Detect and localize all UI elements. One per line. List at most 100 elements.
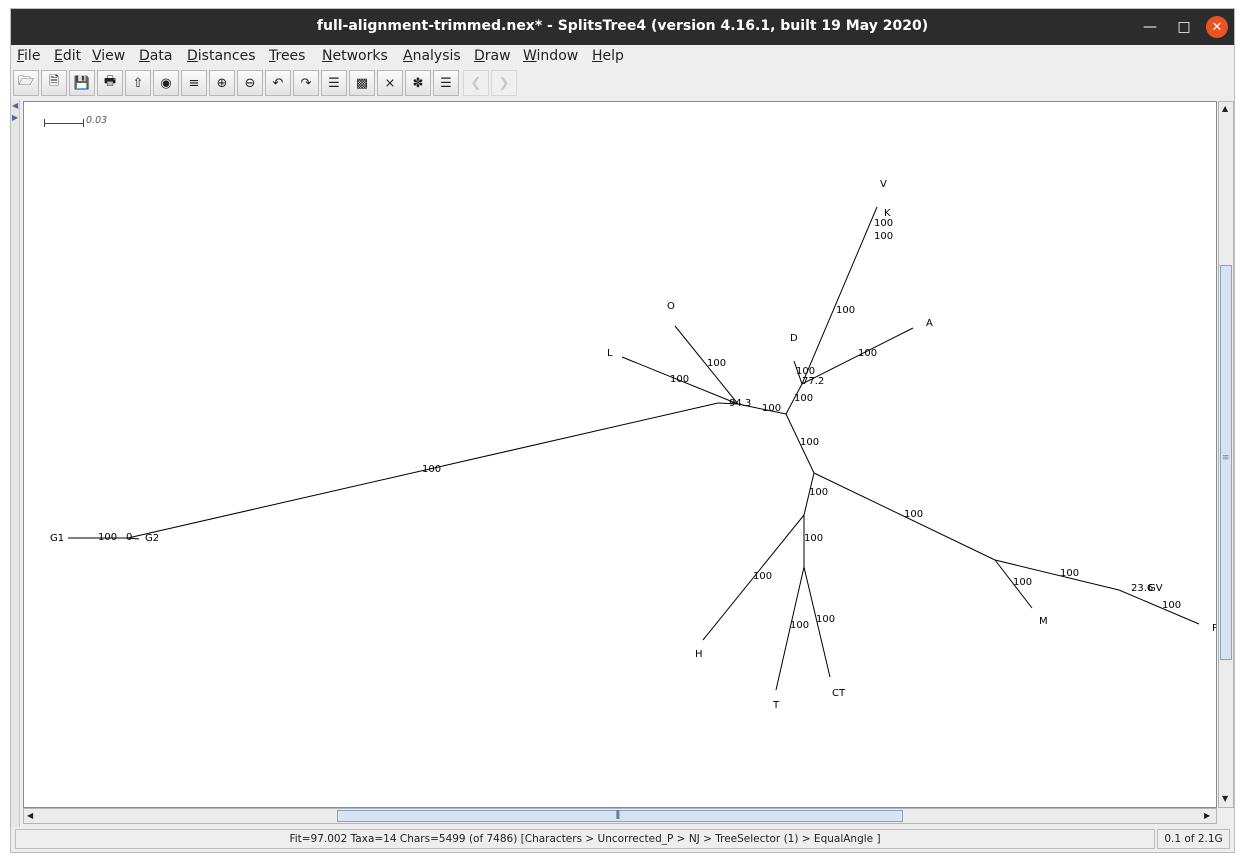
menu-data[interactable]: Data — [139, 48, 172, 64]
zoom-out-button[interactable]: ⊖ — [237, 70, 263, 96]
support-value: 77.2 — [802, 376, 824, 387]
split-button[interactable]: ✽ — [405, 70, 431, 96]
open-icon: 🗁 — [17, 74, 35, 89]
tree-layout-icon: ☰ — [440, 75, 452, 91]
select-button[interactable]: ☰ — [321, 70, 347, 96]
taxon-label[interactable]: G2 — [145, 533, 159, 544]
export-icon: ⇧ — [132, 75, 144, 91]
menu-help[interactable]: Help — [592, 48, 624, 64]
support-value: 100 — [790, 620, 809, 631]
support-value: 100 — [753, 571, 772, 582]
menu-draw[interactable]: Draw — [474, 48, 511, 64]
menu-file[interactable]: File — [17, 48, 40, 64]
scroll-down-icon[interactable]: ▼ — [1222, 794, 1228, 803]
export-button[interactable]: ⇧ — [125, 70, 151, 96]
back-button[interactable]: ❮ — [463, 70, 489, 96]
support-value: 100 — [874, 218, 893, 229]
taxon-label[interactable]: A — [926, 318, 933, 329]
scroll-left-icon[interactable]: ◀ — [27, 811, 33, 820]
menu-edit[interactable]: Edit — [54, 48, 81, 64]
taxon-label[interactable]: K — [884, 208, 891, 219]
support-value: 100 — [1060, 568, 1079, 579]
taxon-label[interactable]: GV — [1148, 583, 1163, 594]
collapse-arrow-icon[interactable]: ◀ — [12, 101, 18, 110]
save-icon: 💾 — [73, 75, 91, 91]
support-value: 100 — [858, 348, 877, 359]
format-icon: ▩ — [355, 75, 369, 91]
support-value: 100 — [794, 393, 813, 404]
grip-icon: ❚ — [614, 810, 622, 820]
support-value: 100 — [904, 509, 923, 520]
format-button[interactable]: ▩ — [349, 70, 375, 96]
maximize-icon: □ — [1177, 19, 1191, 35]
taxon-label[interactable]: V — [880, 179, 887, 190]
split-icon: ✽ — [412, 75, 424, 91]
taxon-label[interactable]: P — [1212, 623, 1217, 634]
taxon-label[interactable]: G1 — [50, 533, 64, 544]
select-icon: ☰ — [328, 75, 340, 91]
print-button[interactable]: 🖶 — [97, 70, 123, 96]
support-value: 100 — [1162, 600, 1181, 611]
open-button[interactable]: 🗁 — [13, 70, 39, 96]
support-value: 100 — [874, 231, 893, 242]
menu-analysis[interactable]: Analysis — [403, 48, 461, 64]
taxon-label[interactable]: CT — [832, 688, 846, 699]
minimize-button[interactable]: — — [1139, 16, 1161, 38]
side-splitter[interactable]: ◀ ▶ — [11, 99, 20, 827]
status-bar: Fit=97.002 Taxa=14 Chars=5499 (of 7486) … — [11, 827, 1234, 852]
zoom-in-icon: ⊕ — [216, 75, 228, 91]
support-labels: 100 100 100 100 100 77.2 100 100 94.3 100 100 100 10… — [98, 218, 1181, 631]
taxon-label[interactable]: L — [607, 348, 613, 359]
expand-arrow-icon[interactable]: ▶ — [12, 113, 18, 122]
find-button[interactable]: ◉ — [153, 70, 179, 96]
taxon-label[interactable]: D — [790, 333, 798, 344]
taxon-label[interactable]: T — [772, 700, 780, 711]
scroll-right-icon[interactable]: ▶ — [1204, 811, 1210, 820]
rotate-icon: ⨯ — [384, 75, 396, 91]
menu-window[interactable]: Window — [523, 48, 578, 64]
redo-icon: ↷ — [300, 75, 312, 91]
support-value: 100 — [422, 464, 441, 475]
find-icon: ◉ — [160, 75, 172, 91]
support-value: 100 — [809, 487, 828, 498]
forward-icon: ❯ — [498, 75, 510, 91]
tree-layout-button[interactable]: ☰ — [433, 70, 459, 96]
undo-button[interactable]: ↶ — [265, 70, 291, 96]
taxon-label[interactable]: M — [1039, 616, 1048, 627]
menu-trees[interactable]: Trees — [269, 48, 305, 64]
support-value: 100 — [707, 358, 726, 369]
title-bar[interactable]: full-alignment-trimmed.nex* - SplitsTree… — [11, 9, 1234, 45]
scroll-up-icon[interactable]: ▲ — [1222, 104, 1228, 113]
support-value: 100 — [670, 374, 689, 385]
support-value: 100 — [836, 305, 855, 316]
menu-bar: File Edit View Data Distances Trees Netw… — [11, 45, 1234, 67]
support-value: 100 — [816, 614, 835, 625]
menu-distances[interactable]: Distances — [187, 48, 256, 64]
support-value: 100 — [1013, 577, 1032, 588]
back-icon: ❮ — [470, 75, 482, 91]
taxon-label[interactable]: H — [695, 649, 703, 660]
split-network[interactable]: 100 100 100 100 100 77.2 100 100 94.3 100 100 100 10… — [24, 102, 1217, 808]
network-edges — [68, 206, 1200, 691]
support-value: 100 — [762, 403, 781, 414]
horizontal-scrollbar[interactable]: ◀ ❚ ▶ — [23, 808, 1217, 824]
taxon-label[interactable]: O — [667, 301, 675, 312]
rotate-button[interactable]: ⨯ — [377, 70, 403, 96]
maximize-button[interactable]: □ — [1173, 16, 1195, 38]
support-value: 100 — [804, 533, 823, 544]
forward-button[interactable]: ❯ — [491, 70, 517, 96]
redo-button[interactable]: ↷ — [293, 70, 319, 96]
vertical-scrollbar[interactable]: ▲ ≡ ▼ — [1218, 101, 1234, 808]
align-button[interactable]: ≡ — [181, 70, 207, 96]
close-button[interactable]: ✕ — [1206, 16, 1228, 38]
new-button[interactable]: 🗎 — [41, 70, 67, 96]
menu-view[interactable]: View — [92, 48, 125, 64]
menu-networks[interactable]: Networks — [322, 48, 388, 64]
save-button[interactable]: 💾 — [69, 70, 95, 96]
print-icon: 🖶 — [103, 74, 117, 89]
network-canvas[interactable]: 0.03 100 100 100 100 100 77.2 100 100 94… — [23, 101, 1217, 808]
support-value: 100 — [98, 532, 117, 543]
zoom-in-button[interactable]: ⊕ — [209, 70, 235, 96]
horizontal-scroll-thumb[interactable]: ❚ — [337, 810, 903, 822]
vertical-scroll-thumb[interactable]: ≡ — [1220, 265, 1232, 660]
